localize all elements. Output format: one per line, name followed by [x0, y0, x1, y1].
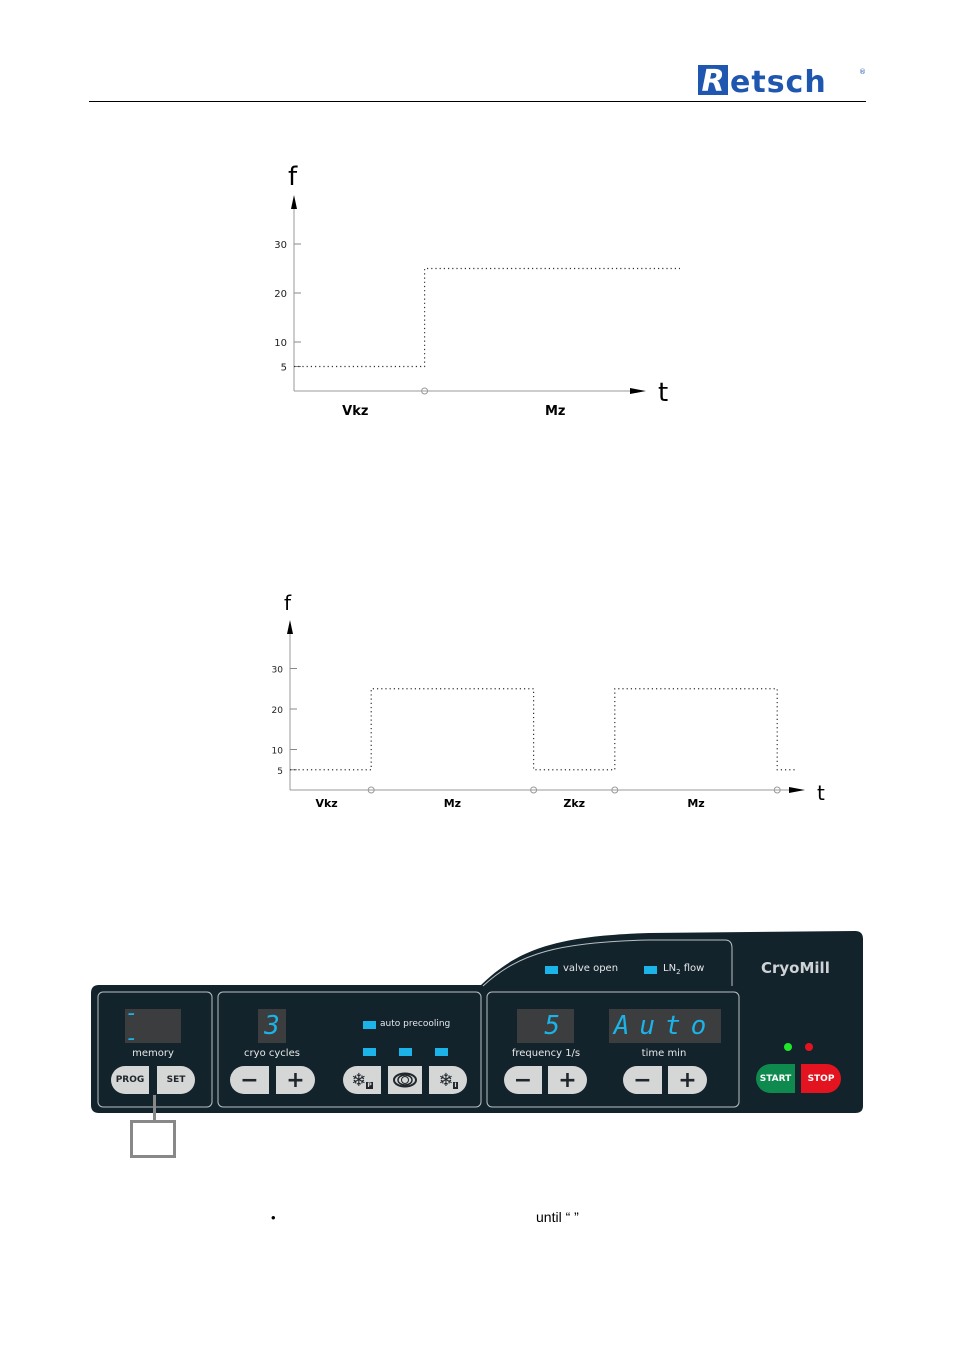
x-axis-arrow	[789, 787, 805, 793]
snowflake-icon: ❄	[351, 1069, 367, 1091]
p-badge-icon: P	[366, 1081, 373, 1089]
y-axis-label: f	[284, 591, 292, 615]
i-badge-icon: I	[453, 1081, 458, 1089]
segment-label: Zkz	[563, 797, 585, 810]
cryo-cycles-plus-button[interactable]: +	[276, 1066, 315, 1094]
stop-status-led	[805, 1043, 813, 1051]
y-tick-label: 20	[274, 289, 287, 300]
product-name: CryoMill	[761, 959, 830, 977]
memory-display: - -	[125, 1001, 181, 1051]
cryo-cycles-minus-button[interactable]: −	[230, 1066, 269, 1094]
precool-i-led	[435, 1048, 448, 1056]
x-axis-arrow	[630, 388, 646, 394]
ln2-flow-label: LN2 flow	[663, 963, 704, 976]
start-status-led	[784, 1043, 792, 1051]
panel-background	[91, 931, 863, 1113]
y-axis-arrow	[287, 620, 293, 634]
frequency-step-line	[290, 688, 798, 771]
y-axis-label: f	[288, 162, 298, 192]
header-divider	[89, 101, 866, 102]
time-plus-button[interactable]: +	[668, 1066, 707, 1094]
cryo-cycles-label: cryo cycles	[244, 1048, 300, 1059]
valve-open-led	[545, 966, 558, 974]
grinding-mode-button[interactable]	[388, 1066, 422, 1094]
y-tick-label: 30	[272, 666, 284, 676]
callout-leader-line	[153, 1095, 156, 1122]
y-axis-arrow	[291, 195, 297, 209]
bullet-point: •	[271, 1210, 276, 1225]
segment-label: Vkz	[315, 797, 337, 810]
valve-open-label: valve open	[563, 963, 619, 974]
frequency-minus-button[interactable]: −	[504, 1066, 542, 1094]
snowflake-icon: ❄	[438, 1069, 454, 1091]
callout-box	[130, 1120, 176, 1158]
retsch-logo: R etsch ®	[697, 62, 867, 100]
memory-label: memory	[132, 1048, 174, 1059]
instruction-text: until “ ”	[536, 1209, 579, 1225]
y-tick-label: 5	[281, 363, 287, 374]
frequency-plus-button[interactable]: +	[548, 1066, 587, 1094]
time-label: time min	[641, 1048, 687, 1059]
y-tick-label: 5	[277, 767, 283, 777]
logo-initial: R	[701, 64, 724, 98]
precool-i-button[interactable]: ❄ I	[429, 1066, 467, 1094]
prog-button[interactable]: PROG	[111, 1066, 149, 1094]
segment-label: Mz	[444, 797, 461, 810]
auto-precooling-led	[363, 1021, 376, 1029]
x-axis-label: t	[658, 378, 668, 408]
segment-label: Vkz	[342, 404, 368, 419]
set-button[interactable]: SET	[157, 1066, 195, 1094]
ln2-prefix: LN	[663, 963, 677, 974]
cryo-cycles-display: 3	[258, 1009, 286, 1043]
y-tick-label: 20	[272, 706, 284, 716]
precool-p-button[interactable]: ❄ P	[343, 1066, 381, 1094]
segment-label: Mz	[687, 797, 704, 810]
logo-registered: ®	[859, 68, 866, 76]
frequency-chart-2: f t 5 10 20 30 Vkz Mz Zkz Mz	[260, 590, 840, 820]
frequency-label: frequency 1/s	[511, 1048, 581, 1059]
x-axis-label: t	[817, 781, 825, 805]
time-display: Auto	[609, 1009, 721, 1043]
cryomill-control-panel: valve open LN2 flow CryoMill - - memory …	[89, 928, 867, 1118]
ln2-suffix: flow	[680, 963, 705, 974]
y-tick-label: 10	[272, 747, 284, 757]
segment-label: Mz	[545, 404, 566, 419]
grinding-led	[399, 1048, 412, 1056]
precool-p-led	[363, 1048, 376, 1056]
y-tick-label: 30	[274, 240, 287, 251]
frequency-display: 5	[517, 1009, 574, 1043]
time-minus-button[interactable]: −	[623, 1066, 662, 1094]
stop-button[interactable]: STOP	[801, 1064, 841, 1093]
frequency-chart-1: f t 5 10 20 30 Vkz Mz	[260, 160, 690, 430]
y-tick-label: 10	[274, 338, 287, 349]
logo-text: etsch	[730, 65, 827, 98]
auto-precooling-label: auto precooling	[380, 1019, 451, 1029]
rings-icon	[393, 1072, 417, 1088]
frequency-step-line	[294, 267, 687, 391]
start-button[interactable]: START	[756, 1064, 795, 1093]
ln2-flow-led	[644, 966, 657, 974]
